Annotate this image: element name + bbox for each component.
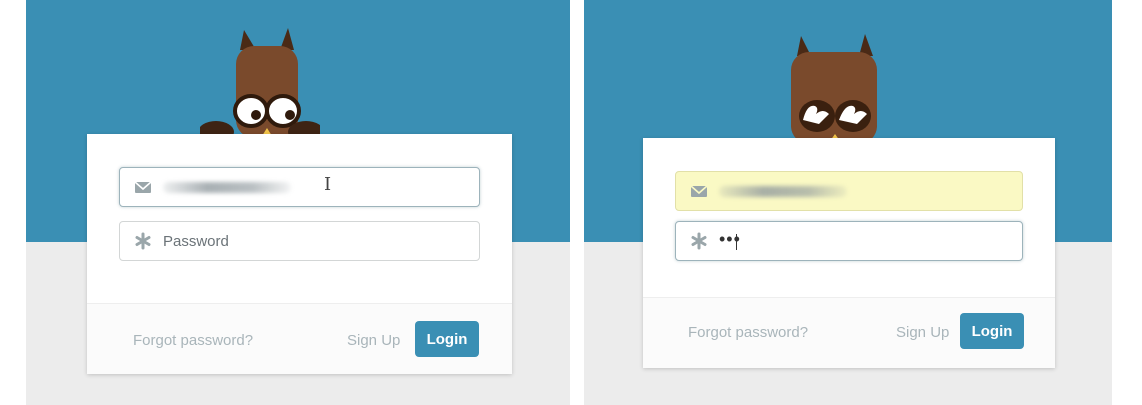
password-value: ••• [719, 229, 741, 249]
email-value-redacted [719, 186, 847, 197]
sign-up-link[interactable]: Sign Up [347, 332, 400, 349]
asterisk-icon [691, 232, 707, 250]
email-field[interactable] [675, 171, 1023, 211]
forgot-password-link[interactable]: Forgot password? [688, 324, 808, 341]
asterisk-icon [135, 232, 151, 250]
login-card: I Password Forgot password? Sign Up Logi… [87, 134, 512, 374]
password-placeholder: Password [163, 233, 229, 250]
password-field[interactable]: Password [119, 221, 480, 261]
login-button[interactable]: Login [415, 321, 479, 357]
owl-covering-eyes-icon [767, 34, 887, 144]
login-button[interactable]: Login [960, 313, 1024, 349]
login-card: ••• Forgot password? Sign Up Login [643, 138, 1055, 368]
forgot-password-link[interactable]: Forgot password? [133, 332, 253, 349]
login-panel-owl-covering-eyes: ••• Forgot password? Sign Up Login [584, 0, 1112, 405]
owl-eyes-open-icon [200, 28, 320, 138]
login-panel-owl-watching: I Password Forgot password? Sign Up Logi… [26, 0, 570, 405]
card-footer: Forgot password? Sign Up Login [643, 297, 1055, 368]
email-field[interactable]: I [119, 167, 480, 207]
sign-up-link[interactable]: Sign Up [896, 324, 949, 341]
text-cursor-icon: I [324, 174, 332, 195]
card-footer: Forgot password? Sign Up Login [87, 303, 512, 374]
text-caret [736, 234, 737, 250]
password-field[interactable]: ••• [675, 221, 1023, 261]
envelope-icon [134, 181, 152, 193]
envelope-icon [690, 185, 708, 197]
email-value-redacted [163, 182, 291, 193]
